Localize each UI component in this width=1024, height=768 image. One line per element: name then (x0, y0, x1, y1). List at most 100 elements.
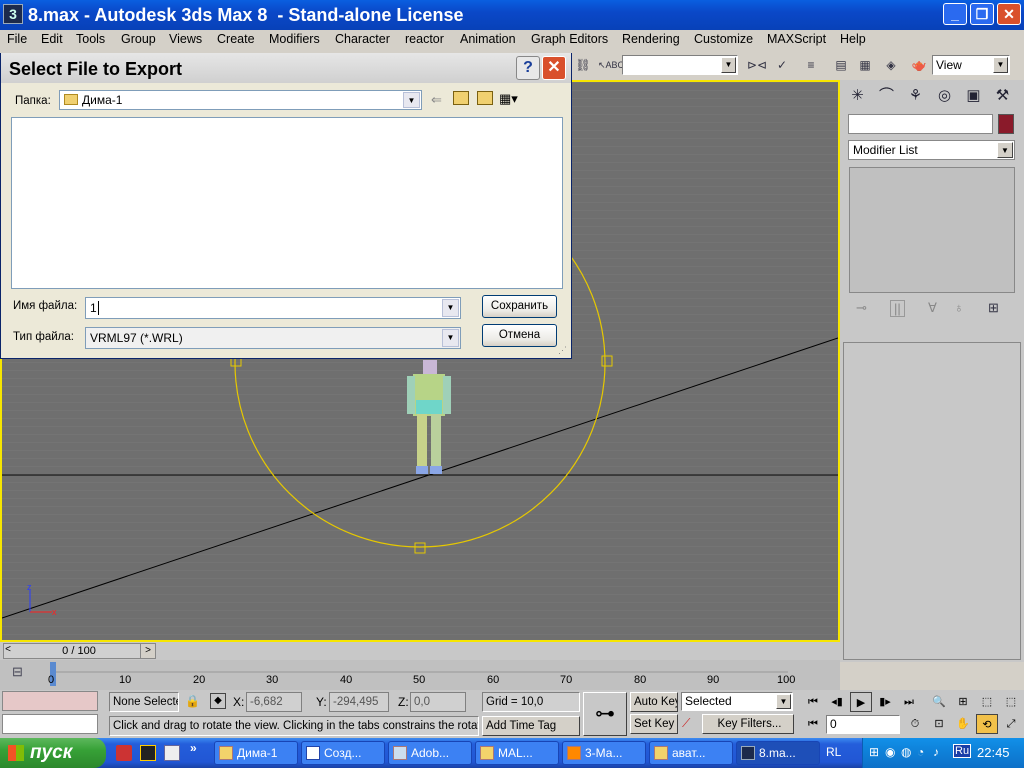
file-list[interactable] (11, 117, 563, 289)
go-to-start-icon[interactable]: ⏮ (802, 692, 824, 712)
zoom-icon[interactable]: 🔍 (928, 692, 950, 712)
key-mode-combo[interactable]: Selected ▼ (681, 692, 793, 711)
menu-tools[interactable]: Tools (76, 32, 105, 46)
region-zoom-icon[interactable]: ⊡ (928, 714, 950, 734)
menu-file[interactable]: File (7, 32, 27, 46)
key-filters-button[interactable]: Key Filters... (702, 714, 794, 734)
view-combo[interactable]: View ▼ (932, 55, 1010, 75)
select-by-name-icon[interactable]: ↖ABC (598, 54, 624, 76)
quicklaunch-more-icon[interactable]: » (190, 741, 197, 755)
z-coordinate-field[interactable]: 0,0 (410, 692, 466, 712)
trackbar[interactable]: ⊟ 0 10 20 30 40 50 60 70 80 90 100 (0, 660, 840, 690)
language-bar[interactable]: RL (826, 745, 841, 759)
modifier-list-combo[interactable]: Modifier List ▼ (848, 140, 1015, 160)
curve-editor-icon[interactable]: ▤ (830, 54, 852, 76)
menu-modifiers[interactable]: Modifiers (269, 32, 320, 46)
back-icon[interactable]: ⇐ (431, 92, 442, 108)
hierarchy-tab-icon[interactable]: ⚘ (902, 83, 929, 109)
x-coordinate-field[interactable]: -6,682 (246, 692, 302, 712)
volume-icon[interactable]: ♪ (933, 745, 939, 759)
quicklaunch-icon[interactable] (140, 745, 156, 761)
start-button[interactable]: пуск (0, 738, 106, 768)
menu-create[interactable]: Create (217, 32, 255, 46)
save-button[interactable]: Сохранить (482, 295, 557, 318)
view-menu-icon[interactable]: ▦▾ (499, 91, 518, 107)
object-name-field[interactable] (848, 114, 993, 134)
show-end-result-icon[interactable]: || (890, 300, 905, 317)
key-mode-toggle-icon[interactable]: ⏮ (802, 714, 824, 734)
resize-grip-icon[interactable]: ⋰ (558, 345, 567, 356)
maxscript-listener-mini[interactable] (2, 691, 98, 711)
taskbar-item[interactable]: Adob... (388, 741, 472, 765)
key-tangent-icon[interactable]: ⟋ (682, 716, 690, 731)
new-folder-icon[interactable] (477, 91, 493, 105)
pan-icon[interactable]: ✋ (952, 714, 974, 734)
utilities-tab-icon[interactable]: ⚒ (989, 83, 1016, 109)
folder-combo[interactable]: Дима-1 ▼ (59, 90, 422, 110)
zoom-all-icon[interactable]: ⊞ (952, 692, 974, 712)
quicklaunch-icon[interactable] (116, 745, 132, 761)
taskbar-item[interactable]: ават... (649, 741, 733, 765)
set-key-button[interactable]: Set Key (630, 714, 678, 734)
select-link-icon[interactable]: ⛓ (572, 54, 594, 76)
menu-help[interactable]: Help (840, 32, 866, 46)
make-unique-icon[interactable]: ∀ (928, 300, 937, 316)
play-icon[interactable]: ▶ (850, 692, 872, 712)
close-button[interactable]: ✕ (997, 3, 1021, 25)
tray-icon[interactable]: ◔ (917, 745, 924, 759)
modifier-stack[interactable] (849, 167, 1015, 293)
absolute-mode-icon[interactable]: ◆ (210, 693, 226, 709)
zoom-extents-all-icon[interactable]: ⬚ (1000, 692, 1022, 712)
material-editor-icon[interactable]: ◈ (880, 54, 902, 76)
prev-frame-arrow[interactable]: < (0, 643, 16, 659)
display-tab-icon[interactable]: ▣ (960, 83, 987, 109)
render-scene-icon[interactable]: 🫖 (908, 54, 930, 76)
app-icon[interactable]: 3 (3, 4, 23, 24)
up-folder-icon[interactable] (453, 91, 469, 105)
create-tab-icon[interactable]: ✳ (844, 83, 871, 109)
menu-edit[interactable]: Edit (41, 32, 63, 46)
arc-rotate-icon[interactable]: ⟲ (976, 714, 998, 734)
time-configuration-icon[interactable]: ⏱ (904, 714, 926, 734)
named-selection-set-combo[interactable]: ▼ (622, 55, 738, 75)
menu-character[interactable]: Character (335, 32, 390, 46)
mirror-icon[interactable]: ⊳⊲ (746, 54, 768, 76)
remove-modifier-icon[interactable]: ♁ (954, 300, 964, 315)
configure-sets-icon[interactable]: ⊞ (988, 300, 999, 316)
taskbar-item[interactable]: Дима-1 (214, 741, 298, 765)
schematic-view-icon[interactable]: ▦ (854, 54, 876, 76)
zoom-extents-icon[interactable]: ⬚ (976, 692, 998, 712)
filename-input[interactable]: 1 ▼ (85, 297, 461, 319)
menu-group[interactable]: Group (121, 32, 156, 46)
tray-language-indicator[interactable]: Ru (953, 744, 972, 758)
tray-icon[interactable]: ◍ (901, 745, 911, 759)
menu-animation[interactable]: Animation (460, 32, 516, 46)
object-color-swatch[interactable] (998, 114, 1014, 134)
cancel-button[interactable]: Отмена (482, 324, 557, 347)
lock-icon[interactable]: 🔒 (185, 694, 200, 708)
taskbar-item-active[interactable]: 8.ma... (736, 741, 820, 765)
pin-stack-icon[interactable]: ⊸ (856, 300, 867, 316)
current-frame-spinner[interactable]: 0 (826, 715, 900, 734)
filetype-combo[interactable]: VRML97 (*.WRL) ▼ (85, 327, 461, 349)
motion-tab-icon[interactable]: ◎ (931, 83, 958, 109)
add-time-tag-button[interactable]: Add Time Tag (482, 716, 580, 736)
minimize-button[interactable]: _ (943, 3, 967, 25)
menu-rendering[interactable]: Rendering (622, 32, 680, 46)
taskbar-item[interactable]: MAL... (475, 741, 559, 765)
taskbar-item[interactable]: 3-Ма... (562, 741, 646, 765)
previous-frame-icon[interactable]: ◂▮ (826, 692, 848, 712)
next-frame-icon[interactable]: ▮▸ (874, 692, 896, 712)
menu-views[interactable]: Views (169, 32, 202, 46)
dialog-close-button[interactable]: ✕ (542, 56, 566, 80)
set-key-icon[interactable]: ⊶ (583, 692, 627, 736)
maximize-viewport-icon[interactable]: ⤢ (1000, 714, 1022, 734)
align-icon[interactable]: ✓ (771, 54, 793, 76)
menu-customize[interactable]: Customize (694, 32, 753, 46)
layer-manager-icon[interactable]: ≡ (800, 54, 822, 76)
go-to-end-icon[interactable]: ⏭ (898, 692, 920, 712)
tray-icon[interactable]: ◉ (885, 745, 895, 759)
maximize-button[interactable]: ❐ (970, 3, 994, 25)
y-coordinate-field[interactable]: -294,495 (329, 692, 389, 712)
time-slider[interactable]: 0 / 100 (3, 643, 155, 659)
